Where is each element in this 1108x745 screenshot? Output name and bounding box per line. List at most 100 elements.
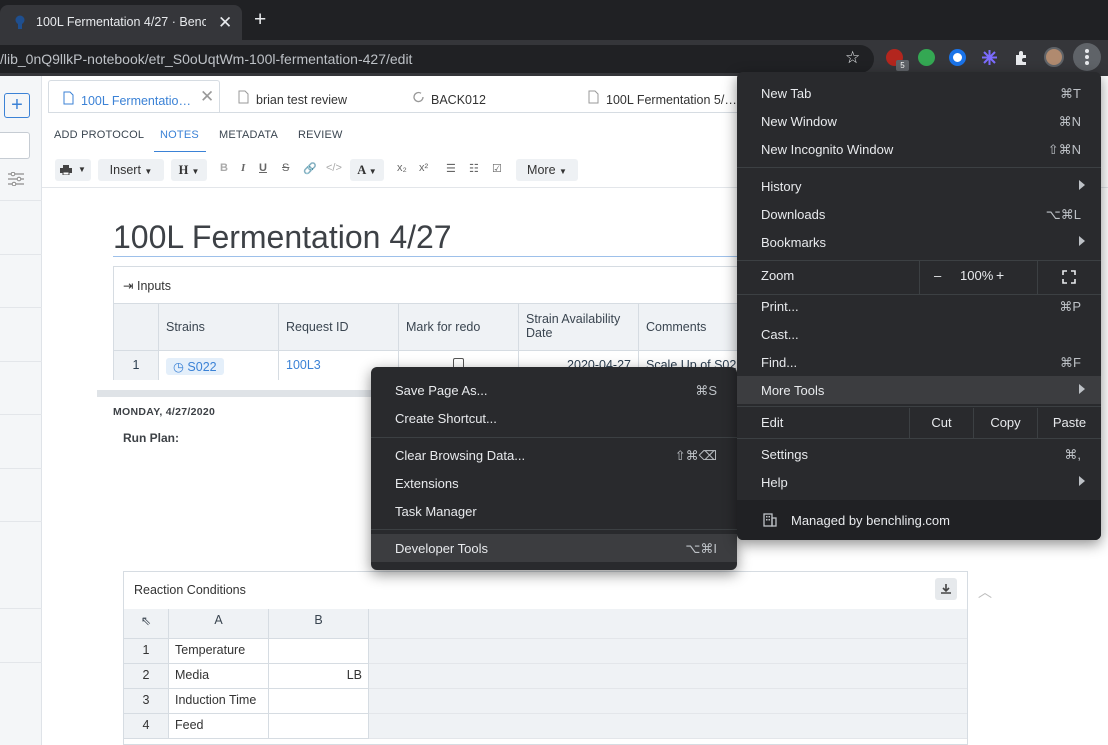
doc-tab-back012[interactable]: BACK012 xyxy=(403,80,573,112)
doc-tab-100l-fermentation-5[interactable]: 100L Fermentation 5/… xyxy=(580,80,750,112)
menu-item-save-page[interactable]: Save Page As... ⌘S xyxy=(371,376,737,404)
table-cell[interactable]: Feed xyxy=(169,714,269,739)
numbered-list-icon[interactable]: ☷ xyxy=(469,162,479,175)
column-header[interactable]: A xyxy=(169,609,269,639)
select-all-corner[interactable]: ⇖ xyxy=(124,609,169,639)
doc-tab-label: 100L Fermentation 5/… xyxy=(606,93,737,107)
strain-chip[interactable]: ◷ S022 xyxy=(166,358,224,375)
row-filler xyxy=(369,639,967,664)
profile-avatar[interactable] xyxy=(1044,47,1064,67)
green-extension-icon[interactable] xyxy=(918,49,935,66)
table-cell[interactable] xyxy=(269,689,369,714)
rail-search-box[interactable] xyxy=(0,132,30,159)
menu-item-find[interactable]: Find... ⌘F xyxy=(737,348,1101,376)
underline-icon[interactable]: U xyxy=(259,162,267,174)
new-tab-button[interactable]: + xyxy=(254,9,266,30)
chevron-up-icon[interactable]: ︿ xyxy=(978,582,992,602)
paste-button[interactable]: Paste xyxy=(1037,408,1101,438)
puzzle-extensions-icon[interactable] xyxy=(1013,49,1030,66)
table-cell[interactable]: Induction Time xyxy=(169,689,269,714)
menu-item-downloads[interactable]: Downloads ⌥⌘L xyxy=(737,200,1101,228)
browser-tab-close-icon[interactable]: ✕ xyxy=(218,13,232,33)
print-button[interactable]: ▼ xyxy=(55,159,91,181)
column-header[interactable]: Mark for redo xyxy=(399,303,519,350)
table-cell[interactable]: Media xyxy=(169,664,269,689)
rail-divider xyxy=(0,662,42,663)
star-burst-extension-icon[interactable] xyxy=(981,49,998,66)
subscript-icon[interactable]: x₂ xyxy=(397,162,407,174)
browser-tab-title: 100L Fermentation 4/27 · Bench xyxy=(36,15,206,29)
row-filler xyxy=(369,664,967,689)
column-header[interactable]: Request ID xyxy=(279,303,399,350)
bullet-list-icon[interactable]: ☰ xyxy=(446,162,456,175)
chrome-menu-button[interactable] xyxy=(1073,43,1101,71)
table-cell[interactable]: ◷ S022 xyxy=(159,350,279,380)
add-entry-button[interactable]: + xyxy=(4,93,30,118)
menu-item-new-window[interactable]: New Window ⌘N xyxy=(737,107,1101,135)
section-divider xyxy=(97,390,373,397)
menu-item-developer-tools[interactable]: Developer Tools ⌥⌘I xyxy=(371,534,737,562)
entry-subnav: ADD PROTOCOL NOTES METADATA REVIEW xyxy=(48,112,748,153)
font-color-dropdown[interactable]: A ▼ xyxy=(350,159,384,181)
insert-dropdown[interactable]: Insert ▼ xyxy=(98,159,164,181)
filter-sliders-icon[interactable] xyxy=(8,172,24,186)
menu-item-help[interactable]: Help xyxy=(737,468,1101,496)
menu-item-shortcut: ⇧⌘N xyxy=(1047,142,1081,157)
address-bar[interactable]: /lib_0nQ9llkP-notebook/etr_S0oUqtWm-100l… xyxy=(0,45,874,73)
menu-item-task-manager[interactable]: Task Manager xyxy=(371,497,737,525)
table-cell[interactable]: Temperature xyxy=(169,639,269,664)
extension-badge: 5 xyxy=(896,60,909,71)
menu-item-history[interactable]: History xyxy=(737,172,1101,200)
column-header[interactable]: Strain Availability Date xyxy=(519,303,639,350)
menu-item-new-tab[interactable]: New Tab ⌘T xyxy=(737,79,1101,107)
menu-item-bookmarks[interactable]: Bookmarks xyxy=(737,228,1101,256)
strikethrough-icon[interactable]: S xyxy=(282,162,289,174)
bookmark-star-icon[interactable]: ☆ xyxy=(845,48,860,68)
subnav-add-protocol[interactable]: ADD PROTOCOL xyxy=(54,129,144,141)
blue-ring-extension-icon[interactable] xyxy=(949,49,966,66)
header-filler xyxy=(369,609,967,639)
superscript-icon[interactable]: x² xyxy=(419,162,428,174)
table-cell[interactable] xyxy=(269,714,369,739)
menu-item-settings[interactable]: Settings ⌘, xyxy=(737,440,1101,468)
more-dropdown[interactable]: More ▼ xyxy=(516,159,578,181)
menu-item-print[interactable]: Print... ⌘P xyxy=(737,292,1101,320)
download-button[interactable] xyxy=(935,578,957,600)
menu-item-new-incognito-window[interactable]: New Incognito Window ⇧⌘N xyxy=(737,135,1101,163)
more-label: More xyxy=(527,163,556,177)
zoom-out-button[interactable]: – xyxy=(934,268,941,283)
menu-item-clear-browsing-data[interactable]: Clear Browsing Data... ⇧⌘⌫ xyxy=(371,441,737,469)
link-icon[interactable]: 🔗 xyxy=(303,162,317,175)
checklist-icon[interactable]: ☑ xyxy=(492,162,502,175)
browser-tab[interactable]: 100L Fermentation 4/27 · Bench ✕ xyxy=(0,5,242,40)
doc-tab-close-icon[interactable]: ✕ xyxy=(200,87,214,107)
doc-tab-brian-test-review[interactable]: brian test review xyxy=(228,80,398,112)
italic-icon[interactable]: I xyxy=(241,162,245,174)
doc-tab-100l-fermentation[interactable]: 100L Fermentatio… ✕ xyxy=(48,80,220,112)
zoom-in-button[interactable]: + xyxy=(996,267,1004,283)
cut-button[interactable]: Cut xyxy=(909,408,973,438)
table-cell[interactable] xyxy=(269,639,369,664)
document-title[interactable]: 100L Fermentation 4/27 xyxy=(113,219,452,256)
printer-icon xyxy=(60,165,72,175)
browser-toolbar: /lib_0nQ9llkP-notebook/etr_S0oUqtWm-100l… xyxy=(0,40,1108,76)
fullscreen-button[interactable] xyxy=(1037,260,1101,294)
copy-button[interactable]: Copy xyxy=(973,408,1037,438)
subnav-review[interactable]: REVIEW xyxy=(298,129,343,141)
code-icon[interactable]: </> xyxy=(326,162,342,174)
run-plan-text[interactable]: Run Plan: xyxy=(123,431,179,445)
menu-item-cast[interactable]: Cast... xyxy=(737,320,1101,348)
subnav-notes[interactable]: NOTES xyxy=(160,129,199,141)
managed-by-row[interactable]: Managed by benchling.com xyxy=(737,500,1101,540)
table-cell[interactable]: LB xyxy=(269,664,369,689)
subnav-metadata[interactable]: METADATA xyxy=(219,129,278,141)
column-header[interactable]: Comments xyxy=(639,303,744,350)
row-filler xyxy=(369,714,967,739)
column-header[interactable]: Strains xyxy=(159,303,279,350)
menu-item-create-shortcut[interactable]: Create Shortcut... xyxy=(371,404,737,432)
column-header[interactable]: B xyxy=(269,609,369,639)
bold-icon[interactable]: B xyxy=(220,162,228,174)
menu-item-extensions[interactable]: Extensions xyxy=(371,469,737,497)
heading-dropdown[interactable]: H ▼ xyxy=(171,159,207,181)
menu-item-more-tools[interactable]: More Tools xyxy=(737,376,1101,404)
